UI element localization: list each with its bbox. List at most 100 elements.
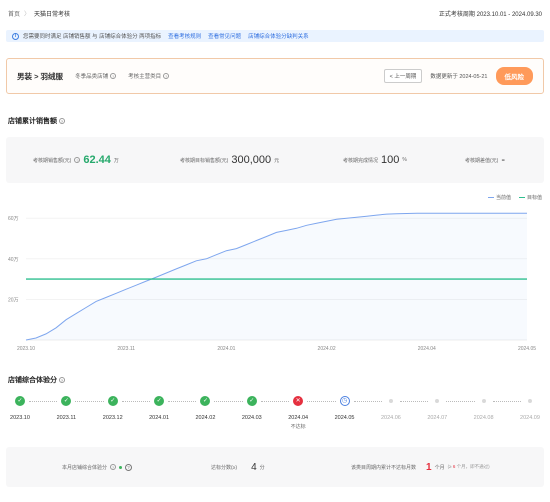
check-icon: ✓: [61, 396, 72, 406]
question-icon[interactable]: ?: [163, 73, 170, 79]
category-meta-winter-label: 冬季品类店铺: [75, 74, 109, 80]
stat-completion: 考核期完成情况 100 %: [343, 137, 407, 183]
question-icon[interactable]: ?: [125, 463, 133, 471]
timeline-month[interactable]: ◷ 2024.05: [325, 390, 365, 421]
notice-link-relation[interactable]: 店铺综合体验分缺判关系: [248, 32, 309, 40]
stat-target: 考核期目标销售额(元) 300,000 元: [180, 137, 279, 183]
timeline-month[interactable]: 2024.09: [510, 390, 550, 421]
check-icon: ✓: [154, 396, 165, 406]
x-tick-label: 2024.05: [518, 346, 536, 352]
x-tick-label: 2024.01: [217, 346, 235, 352]
score-failed-unit: 个月: [434, 464, 445, 471]
timeline-month[interactable]: ✕ 2024.04 不达标: [278, 390, 318, 430]
timeline-month[interactable]: ✓ 2023.12: [93, 390, 133, 421]
score-threshold-value: 4: [251, 461, 257, 473]
timeline-month[interactable]: ✓ 2024.02: [185, 390, 225, 421]
risk-level-button[interactable]: 低风险: [495, 67, 533, 85]
timeline-month-label: 2024.09: [520, 415, 540, 421]
timeline-month-label: 2024.05: [334, 415, 355, 421]
notice-link-rules[interactable]: 查看考核规则: [168, 32, 201, 40]
timeline-month-label: 2024.03: [241, 415, 262, 421]
previous-period-button[interactable]: < 上一周期: [383, 69, 423, 83]
score-failed-note: (≥ 6 个月，即不通过): [448, 464, 490, 470]
score-threshold-unit: 分: [259, 464, 265, 471]
score-threshold: 达标分数(≥) 4 分: [211, 447, 265, 487]
stat-target-unit: 元: [274, 157, 280, 164]
pending-dot-icon: [481, 399, 486, 403]
stat-sales: 考核期销售额(元) ? 62.44 万: [33, 137, 119, 183]
timeline-month[interactable]: 2024.07: [417, 390, 457, 421]
timeline-month-label: 2024.07: [427, 415, 448, 421]
timeline-month-label: 2024.02: [195, 415, 216, 421]
pending-dot-icon: [435, 399, 440, 403]
x-tick-label: 2023.10: [17, 346, 35, 352]
stat-target-value: 300,000: [231, 154, 272, 166]
score-failed-months: 该类目周期内累计不达标月数 1 个月 (≥ 6 个月，即不通过): [351, 447, 490, 487]
stat-diff-label: 考核期差值(元): [465, 157, 499, 164]
breadcrumb-home[interactable]: 首页: [8, 9, 20, 18]
timeline-month-label: 2023.12: [102, 415, 123, 421]
question-icon[interactable]: ?: [59, 377, 65, 383]
score-failed-label: 该类目周期内累计不达标月数: [351, 464, 417, 471]
assessment-period: 正式考核周期 2023.10.01 - 2024.09.30: [439, 9, 542, 18]
check-icon: ✓: [107, 396, 118, 406]
fail-icon: ✕: [293, 396, 304, 406]
sales-chart: 20万 40万 60万 2023.10 2023.11 2024.01 2024.02 202…: [8, 212, 536, 352]
pending-dot-icon: [528, 399, 532, 403]
notice-text: 您需要同时满足 店铺销售额 与 店铺综合体验分 两项指标: [23, 34, 162, 40]
score-current-label: 本月店铺综合体验分: [62, 464, 108, 471]
notice-link-faq[interactable]: 查看常见问题: [208, 32, 241, 40]
category-meta-winter: 冬季品类店铺 ?: [75, 72, 117, 80]
check-icon: ✓: [246, 396, 257, 406]
note-value: 6: [452, 464, 456, 469]
category-meta-main: 考核主营类目 ?: [128, 72, 170, 80]
question-icon[interactable]: ?: [110, 73, 117, 79]
sales-section-title: 店铺累计销售额 ?: [8, 116, 65, 126]
x-tick-label: 2024.04: [418, 346, 436, 352]
stat-diff-value: -: [501, 154, 506, 166]
timeline-month[interactable]: ✓ 2024.01: [139, 390, 179, 421]
stat-sales-unit: 万: [113, 157, 119, 164]
period-label: 正式考核周期: [438, 12, 475, 18]
score-summary: 本月店铺综合体验分 ? ? 达标分数(≥) 4 分 该类目周期内累计不达标月数 …: [6, 447, 544, 487]
note-suffix: 个月，即不通过): [456, 464, 490, 469]
y-tick-label: 20万: [8, 297, 19, 303]
data-update-time: 数据更新于 2024-05-21: [430, 74, 488, 80]
experience-section-title: 店铺综合体验分 ?: [8, 375, 65, 385]
breadcrumb-separator: 〉: [24, 12, 31, 18]
check-icon: ✓: [15, 396, 25, 406]
breadcrumb: 首页 〉 天猫日常考核: [8, 9, 70, 18]
check-icon: ✓: [200, 396, 211, 406]
experience-title-text: 店铺综合体验分: [8, 377, 57, 384]
stat-diff: 考核期差值(元) -: [465, 137, 505, 183]
timeline-month-label: 2024.06: [380, 415, 401, 421]
question-icon[interactable]: ?: [110, 464, 117, 470]
y-tick-label: 60万: [8, 216, 19, 222]
info-icon: i: [12, 32, 19, 40]
timeline-month[interactable]: 2024.08: [464, 390, 504, 421]
experience-timeline: ✓ 2023.10 ✓ 2023.11 ✓ 2023.12 ✓ 2024.01 ✓ 2024.02…: [0, 390, 550, 438]
timeline-month-label: 2023.11: [56, 415, 77, 421]
timeline-month[interactable]: 2024.06: [371, 390, 411, 421]
category-meta-main-label: 考核主营类目: [128, 74, 162, 80]
stat-target-label: 考核期目标销售额(元): [180, 157, 229, 164]
stat-completion-value: 100: [381, 154, 400, 166]
sales-stats: 考核期销售额(元) ? 62.44 万 考核期目标销售额(元) 300,000 …: [6, 137, 544, 183]
question-icon[interactable]: ?: [74, 157, 81, 163]
score-failed-value: 1: [426, 461, 432, 473]
breadcrumb-current: 天猫日常考核: [34, 12, 71, 18]
notice-bar: i 您需要同时满足 店铺销售额 与 店铺综合体验分 两项指标 查看考核规则 查看…: [6, 30, 544, 42]
timeline-month-label: 2024.08: [473, 415, 494, 421]
timeline-month[interactable]: ✓ 2023.10: [0, 390, 40, 421]
timeline-month-label: 2023.10: [10, 415, 30, 421]
score-current: 本月店铺综合体验分 ? ?: [62, 447, 133, 487]
category-actions: < 上一周期 数据更新于 2024-05-21 低风险: [383, 67, 533, 85]
period-value: 2023.10.01 - 2024.09.30: [476, 12, 542, 18]
timeline-month[interactable]: ✓ 2024.03: [232, 390, 272, 421]
question-icon[interactable]: ?: [59, 118, 65, 124]
stat-sales-label: 考核期销售额(元): [33, 157, 72, 164]
timeline-month[interactable]: ✓ 2023.11: [46, 390, 86, 421]
y-tick-label: 40万: [8, 257, 19, 263]
x-tick-label: 2023.11: [117, 346, 135, 352]
category-name: 男装 > 羽绒服: [17, 71, 64, 81]
